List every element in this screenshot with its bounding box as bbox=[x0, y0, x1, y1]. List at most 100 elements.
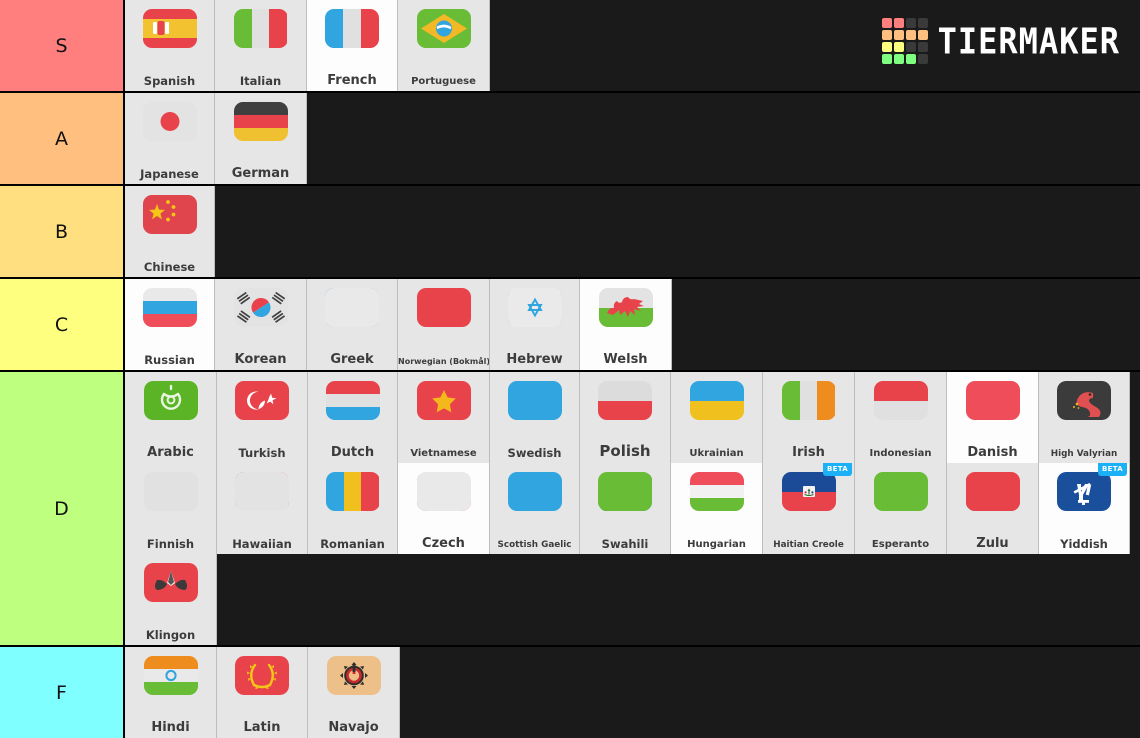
flag-graphic bbox=[233, 9, 288, 48]
tier-item-tile[interactable]: Ukrainian bbox=[671, 372, 763, 463]
flag-ireland-icon bbox=[781, 380, 836, 421]
tier-item-label: Scottish Gaelic bbox=[497, 540, 572, 551]
logo-cell-0-3 bbox=[917, 18, 928, 28]
tier-label-c[interactable]: C bbox=[0, 279, 125, 370]
tier-items-f[interactable]: Hindi Latin Navajo bbox=[125, 647, 1140, 738]
tier-item-tile[interactable]: Italian bbox=[215, 0, 307, 91]
flag-graphic bbox=[1057, 472, 1111, 511]
tier-item-tile[interactable]: Spanish bbox=[125, 0, 215, 91]
tier-item-tile[interactable]: Russian bbox=[125, 279, 215, 370]
tier-label-s[interactable]: S bbox=[0, 0, 125, 91]
logo-cell-2-3 bbox=[917, 42, 928, 52]
tier-item-tile[interactable]: Korean bbox=[215, 279, 307, 370]
tier-row-b: B Chinese bbox=[0, 186, 1140, 279]
flag-graphic bbox=[1057, 381, 1111, 420]
tier-item-label: Hebrew bbox=[506, 352, 563, 367]
tier-item-tile[interactable]: Swedish bbox=[490, 372, 580, 463]
tier-item-tile[interactable]: Hindi bbox=[125, 647, 217, 738]
tier-items-c[interactable]: Russian Korean Greek Norwegian (Bokmål) Hebr… bbox=[125, 279, 1140, 370]
flag-graphic bbox=[142, 102, 197, 141]
tier-items-a[interactable]: Japanese German bbox=[125, 93, 1140, 184]
tier-item-tile[interactable]: Indonesian bbox=[855, 372, 947, 463]
flag-graphic bbox=[965, 472, 1020, 511]
tier-item-tile[interactable]: Hebrew bbox=[490, 279, 580, 370]
tier-item-label: Italian bbox=[239, 73, 282, 88]
tier-item-label: Japanese bbox=[140, 166, 199, 181]
tier-item-tile[interactable]: Zulu bbox=[947, 463, 1039, 554]
tier-label-d[interactable]: D bbox=[0, 372, 125, 645]
tier-items-b[interactable]: Chinese bbox=[125, 186, 1140, 277]
flag-italy-icon bbox=[233, 8, 288, 49]
flag-graphic bbox=[325, 472, 380, 511]
tier-item-tile[interactable]: Chinese bbox=[125, 186, 215, 277]
flag-graphic bbox=[965, 381, 1020, 420]
logo-cell-0-0 bbox=[881, 18, 892, 28]
tier-item-tile[interactable]: BETA Yiddish bbox=[1039, 463, 1130, 554]
tier-item-tile[interactable]: Greek bbox=[307, 279, 398, 370]
tier-items-d[interactable]: Arabic Turkish Dutch Vietnamese Swedish Polis… bbox=[125, 372, 1140, 645]
tier-item-label: Latin bbox=[243, 720, 281, 735]
tier-item-tile[interactable]: Polish bbox=[580, 372, 671, 463]
tier-item-tile[interactable]: Klingon bbox=[125, 554, 217, 645]
tier-item-tile[interactable]: Latin bbox=[217, 647, 308, 738]
tier-item-tile[interactable]: Welsh bbox=[580, 279, 672, 370]
flag-southafrica-icon bbox=[965, 471, 1020, 512]
tier-item-tile[interactable]: German bbox=[215, 93, 307, 184]
tier-item-tile[interactable]: Hungarian bbox=[671, 463, 763, 554]
logo-cell-2-0 bbox=[881, 42, 892, 52]
tiermaker-logo-grid bbox=[881, 18, 928, 64]
logo-cell-3-2 bbox=[905, 54, 916, 64]
tier-item-label: Arabic bbox=[147, 445, 194, 460]
tier-item-tile[interactable]: Turkish bbox=[217, 372, 308, 463]
tier-item-tile[interactable]: Navajo bbox=[308, 647, 400, 738]
tier-item-tile[interactable]: Romanian bbox=[308, 463, 398, 554]
tier-item-tile[interactable]: Czech bbox=[398, 463, 490, 554]
logo-cell-1-2 bbox=[905, 30, 916, 40]
flag-sweden-icon bbox=[507, 380, 562, 421]
tier-label-a[interactable]: A bbox=[0, 93, 125, 184]
tier-item-label: Norwegian (Bokmål) bbox=[398, 357, 490, 366]
flag-graphic bbox=[781, 472, 836, 511]
tier-item-tile[interactable]: Japanese bbox=[125, 93, 215, 184]
flag-graphic bbox=[873, 472, 928, 511]
tier-label-f[interactable]: F bbox=[0, 647, 125, 738]
flag-graphic bbox=[235, 656, 289, 695]
flag-graphic bbox=[143, 472, 198, 511]
flag-poland-icon bbox=[598, 380, 652, 421]
flag-graphic bbox=[235, 381, 289, 420]
tier-item-tile[interactable]: High Valyrian bbox=[1039, 372, 1130, 463]
flag-spain-icon bbox=[142, 8, 197, 49]
flag-graphic bbox=[142, 9, 197, 48]
tier-item-tile[interactable]: Vietnamese bbox=[398, 372, 490, 463]
tier-item-tile[interactable]: Norwegian (Bokmål) bbox=[398, 279, 490, 370]
tier-item-label: Turkish bbox=[238, 445, 286, 460]
tier-item-tile[interactable]: BETA Haitian Creole bbox=[763, 463, 855, 554]
tier-item-tile[interactable]: Danish bbox=[947, 372, 1039, 463]
tier-item-tile[interactable]: Dutch bbox=[308, 372, 398, 463]
flag-scotland-icon bbox=[507, 471, 562, 512]
flag-graphic bbox=[142, 195, 197, 234]
tier-item-label: Chinese bbox=[143, 259, 196, 274]
flag-graphic bbox=[689, 381, 744, 420]
tier-item-tile[interactable]: Esperanto bbox=[855, 463, 947, 554]
tier-item-tile[interactable]: Portuguese bbox=[398, 0, 490, 91]
tier-item-label: French bbox=[327, 73, 377, 88]
tier-item-tile[interactable]: Scottish Gaelic bbox=[490, 463, 580, 554]
tier-item-tile[interactable]: Hawaiian bbox=[217, 463, 308, 554]
tier-item-tile[interactable]: Finnish bbox=[125, 463, 217, 554]
flag-turkey-icon bbox=[235, 380, 289, 421]
flag-graphic bbox=[233, 102, 288, 141]
tier-item-label: Vietnamese bbox=[410, 448, 477, 459]
tier-item-tile[interactable]: Swahili bbox=[580, 463, 671, 554]
flag-graphic bbox=[416, 381, 471, 420]
flag-graphic bbox=[325, 381, 380, 420]
tier-item-tile[interactable]: Arabic bbox=[125, 372, 217, 463]
tier-item-label: Irish bbox=[792, 445, 825, 460]
flag-navajo-icon bbox=[326, 655, 381, 696]
logo-cell-1-3 bbox=[917, 30, 928, 40]
tier-item-tile[interactable]: Irish bbox=[763, 372, 855, 463]
tier-item-label: Klingon bbox=[145, 627, 196, 642]
flag-graphic bbox=[143, 381, 198, 420]
tier-item-tile[interactable]: French bbox=[307, 0, 398, 91]
tier-label-b[interactable]: B bbox=[0, 186, 125, 277]
